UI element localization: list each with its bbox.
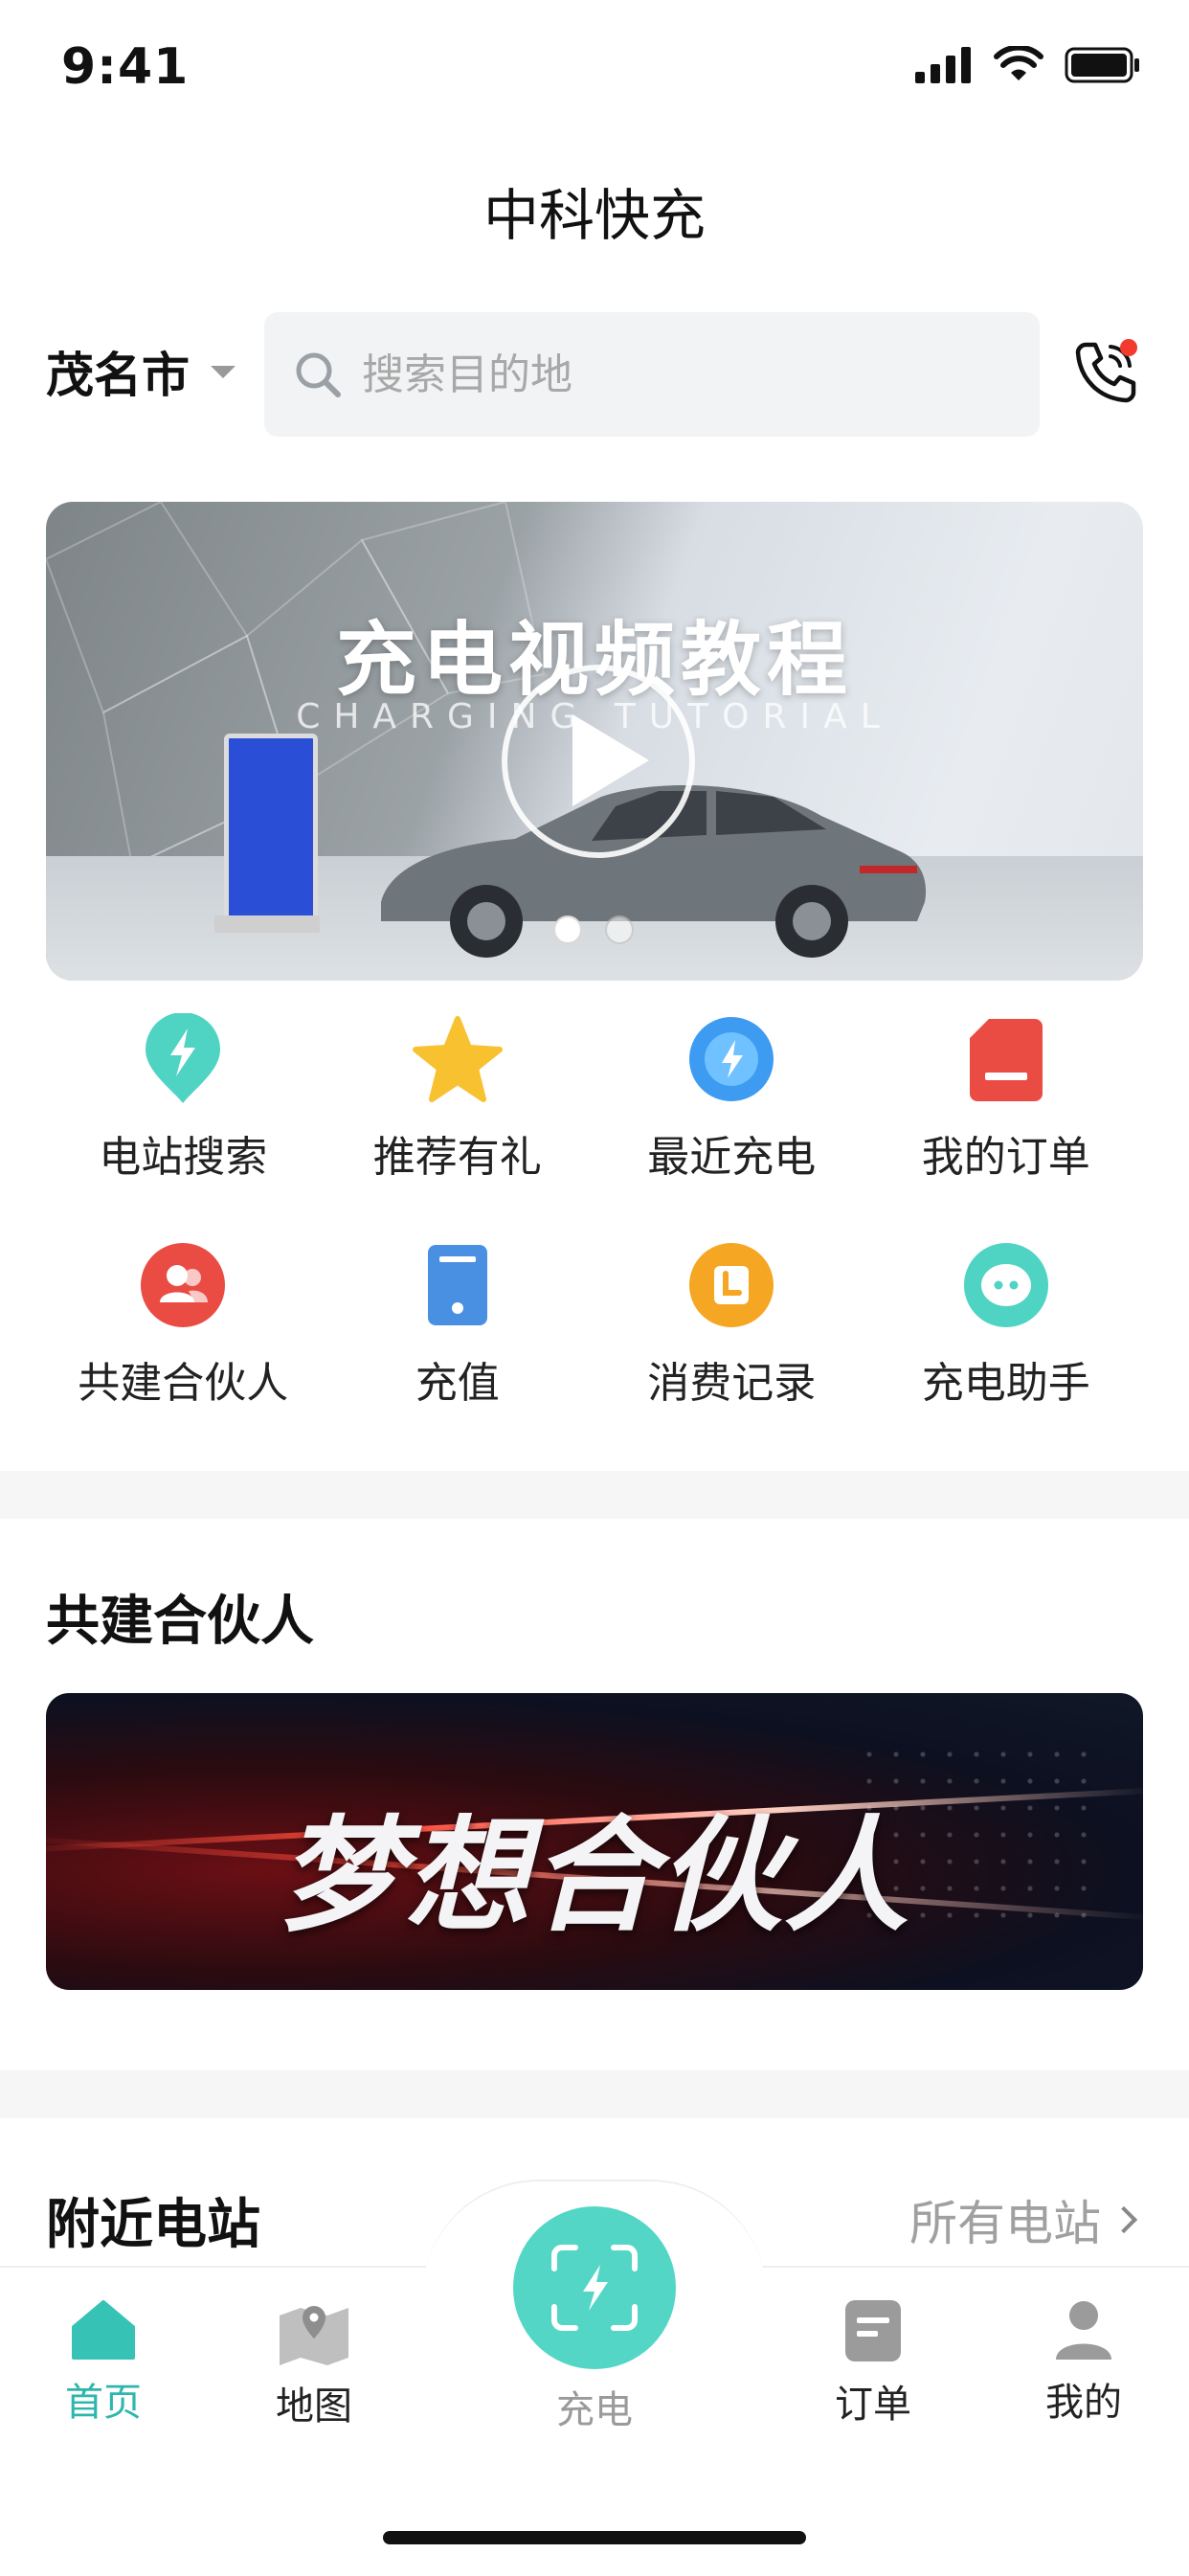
all-stations-label: 所有电站 (909, 2196, 1101, 2251)
status-icons (915, 46, 1141, 84)
scan-charge-icon (551, 2245, 638, 2331)
shortcut-label: 推荐有礼 (372, 1133, 542, 1182)
partner-banner-text: 梦想合伙人 (278, 1803, 910, 1949)
carousel-dot-active[interactable] (553, 915, 582, 944)
all-stations-link[interactable]: 所有电站 (909, 2185, 1138, 2254)
shortcut-label: 充电助手 (921, 1359, 1090, 1408)
shortcut-station-search[interactable]: 电站搜索 (46, 1011, 321, 1184)
tab-label: 订单 (835, 2383, 911, 2427)
consumption-record-icon (689, 1243, 774, 1327)
partner-section-title: 共建合伙人 (46, 1591, 314, 1653)
tab-home[interactable]: 首页 (27, 2298, 180, 2427)
city-selector[interactable]: 茂名市 (46, 337, 236, 406)
charging-pile (224, 734, 318, 929)
shortcut-charging-assistant[interactable]: 充电助手 (869, 1237, 1144, 1410)
play-icon[interactable] (502, 665, 695, 858)
tab-label: 地图 (276, 2384, 352, 2429)
shortcut-partner[interactable]: 共建合伙人 (46, 1237, 321, 1410)
bolt-pin-icon (146, 1013, 221, 1103)
shortcut-recent-charge[interactable]: 最近充电 (594, 1011, 869, 1184)
tab-profile[interactable]: 我的 (1007, 2298, 1160, 2427)
tab-map[interactable]: 地图 (237, 2298, 391, 2430)
shortcut-label: 充值 (415, 1359, 500, 1408)
signal-icon (915, 47, 971, 83)
status-time: 9:41 (61, 38, 190, 96)
wifi-icon (994, 46, 1043, 80)
home-icon (72, 2300, 135, 2360)
shortcut-recharge[interactable]: 充值 (321, 1237, 595, 1410)
search-input[interactable] (360, 349, 957, 400)
tutorial-banner[interactable]: 充电视频教程 CHARGING TUTORIAL (46, 502, 1143, 981)
carousel-indicator (553, 915, 634, 944)
nearby-section-title: 附近电站 (46, 2194, 260, 2256)
partner-people-icon (141, 1243, 226, 1327)
shortcut-referral[interactable]: 推荐有礼 (321, 1011, 595, 1184)
user-icon (1056, 2301, 1111, 2360)
section-divider (0, 2070, 1189, 2118)
section-divider (0, 1471, 1189, 1519)
shortcut-my-orders[interactable]: 我的订单 (869, 1011, 1144, 1184)
page-title: 中科快充 (482, 183, 706, 248)
carousel-dot[interactable] (605, 915, 634, 944)
order-card-icon (969, 1019, 1043, 1101)
city-label: 茂名市 (46, 348, 190, 403)
star-icon (412, 1016, 503, 1102)
battery-icon (1065, 47, 1139, 83)
partner-banner[interactable]: 梦想合伙人 (46, 1693, 1143, 1990)
home-indicator (383, 2531, 806, 2544)
shortcut-label: 消费记录 (647, 1359, 817, 1408)
shortcut-label: 电站搜索 (99, 1133, 268, 1182)
shortcut-label: 共建合伙人 (78, 1359, 289, 1408)
search-bar[interactable] (264, 312, 1040, 437)
recharge-phone-icon (427, 1245, 487, 1325)
notification-dot (1120, 339, 1137, 356)
shortcut-label: 最近充电 (647, 1133, 817, 1182)
fab-label: 充电 (556, 2388, 633, 2432)
recent-charge-icon (689, 1017, 774, 1101)
chevron-right-icon (1110, 2205, 1138, 2234)
tab-label: 我的 (1045, 2381, 1122, 2425)
tab-label: 首页 (65, 2381, 142, 2425)
search-icon (296, 352, 341, 397)
chevron-down-icon (211, 365, 236, 378)
shortcut-consumption-record[interactable]: 消费记录 (594, 1237, 869, 1410)
tab-orders[interactable]: 订单 (796, 2298, 950, 2429)
assistant-chat-icon (963, 1243, 1048, 1327)
orders-icon (845, 2300, 901, 2361)
shortcut-label: 我的订单 (921, 1133, 1090, 1182)
phone-button[interactable] (1068, 335, 1141, 412)
charge-fab-button[interactable] (513, 2206, 676, 2369)
shortcut-grid: 电站搜索 推荐有礼 最近充电 我的订单 共建合伙人 充值 消费记录 充电助手 (46, 1011, 1143, 1410)
map-icon (280, 2306, 348, 2365)
